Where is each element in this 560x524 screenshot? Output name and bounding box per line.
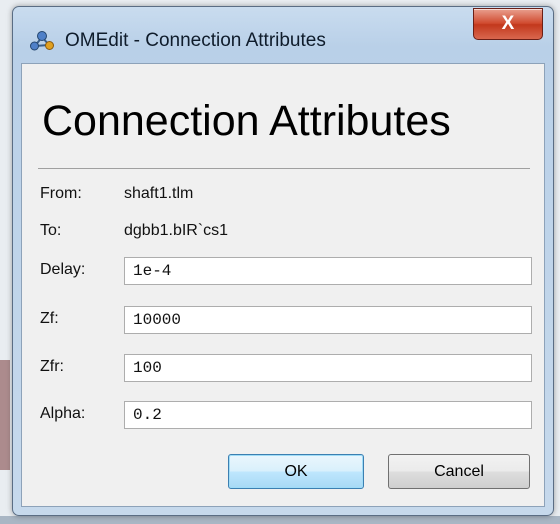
dialog-body: Connection Attributes From: shaft1.tlm T… [21, 63, 545, 507]
zfr-label: Zfr: [40, 358, 64, 375]
delay-input[interactable] [124, 257, 532, 285]
taskbar-edge [0, 516, 560, 524]
zf-label: Zf: [40, 310, 59, 327]
alpha-input[interactable] [124, 401, 532, 429]
from-value: shaft1.tlm [124, 185, 194, 202]
dialog-heading: Connection Attributes [42, 97, 451, 145]
titlebar[interactable]: OMEdit - Connection Attributes X [13, 7, 553, 65]
delay-label: Delay: [40, 261, 86, 278]
alpha-label: Alpha: [40, 405, 86, 422]
ok-button[interactable]: OK [228, 454, 364, 489]
to-value: dgbb1.bIR`cs1 [124, 222, 229, 239]
close-button[interactable]: X [473, 8, 543, 40]
desktop-background [0, 360, 10, 470]
to-label: To: [40, 222, 62, 239]
cancel-button[interactable]: Cancel [388, 454, 530, 489]
ok-button-label: OK [284, 462, 308, 480]
omedit-app-icon [30, 31, 54, 51]
zfr-input[interactable] [124, 354, 532, 382]
close-icon: X [501, 13, 515, 34]
connection-attributes-window: OMEdit - Connection Attributes X Connect… [12, 6, 554, 516]
from-label: From: [40, 185, 82, 202]
cancel-button-label: Cancel [434, 462, 484, 480]
window-title: OMEdit - Connection Attributes [65, 30, 326, 51]
zf-input[interactable] [124, 306, 532, 334]
heading-divider [38, 168, 530, 169]
